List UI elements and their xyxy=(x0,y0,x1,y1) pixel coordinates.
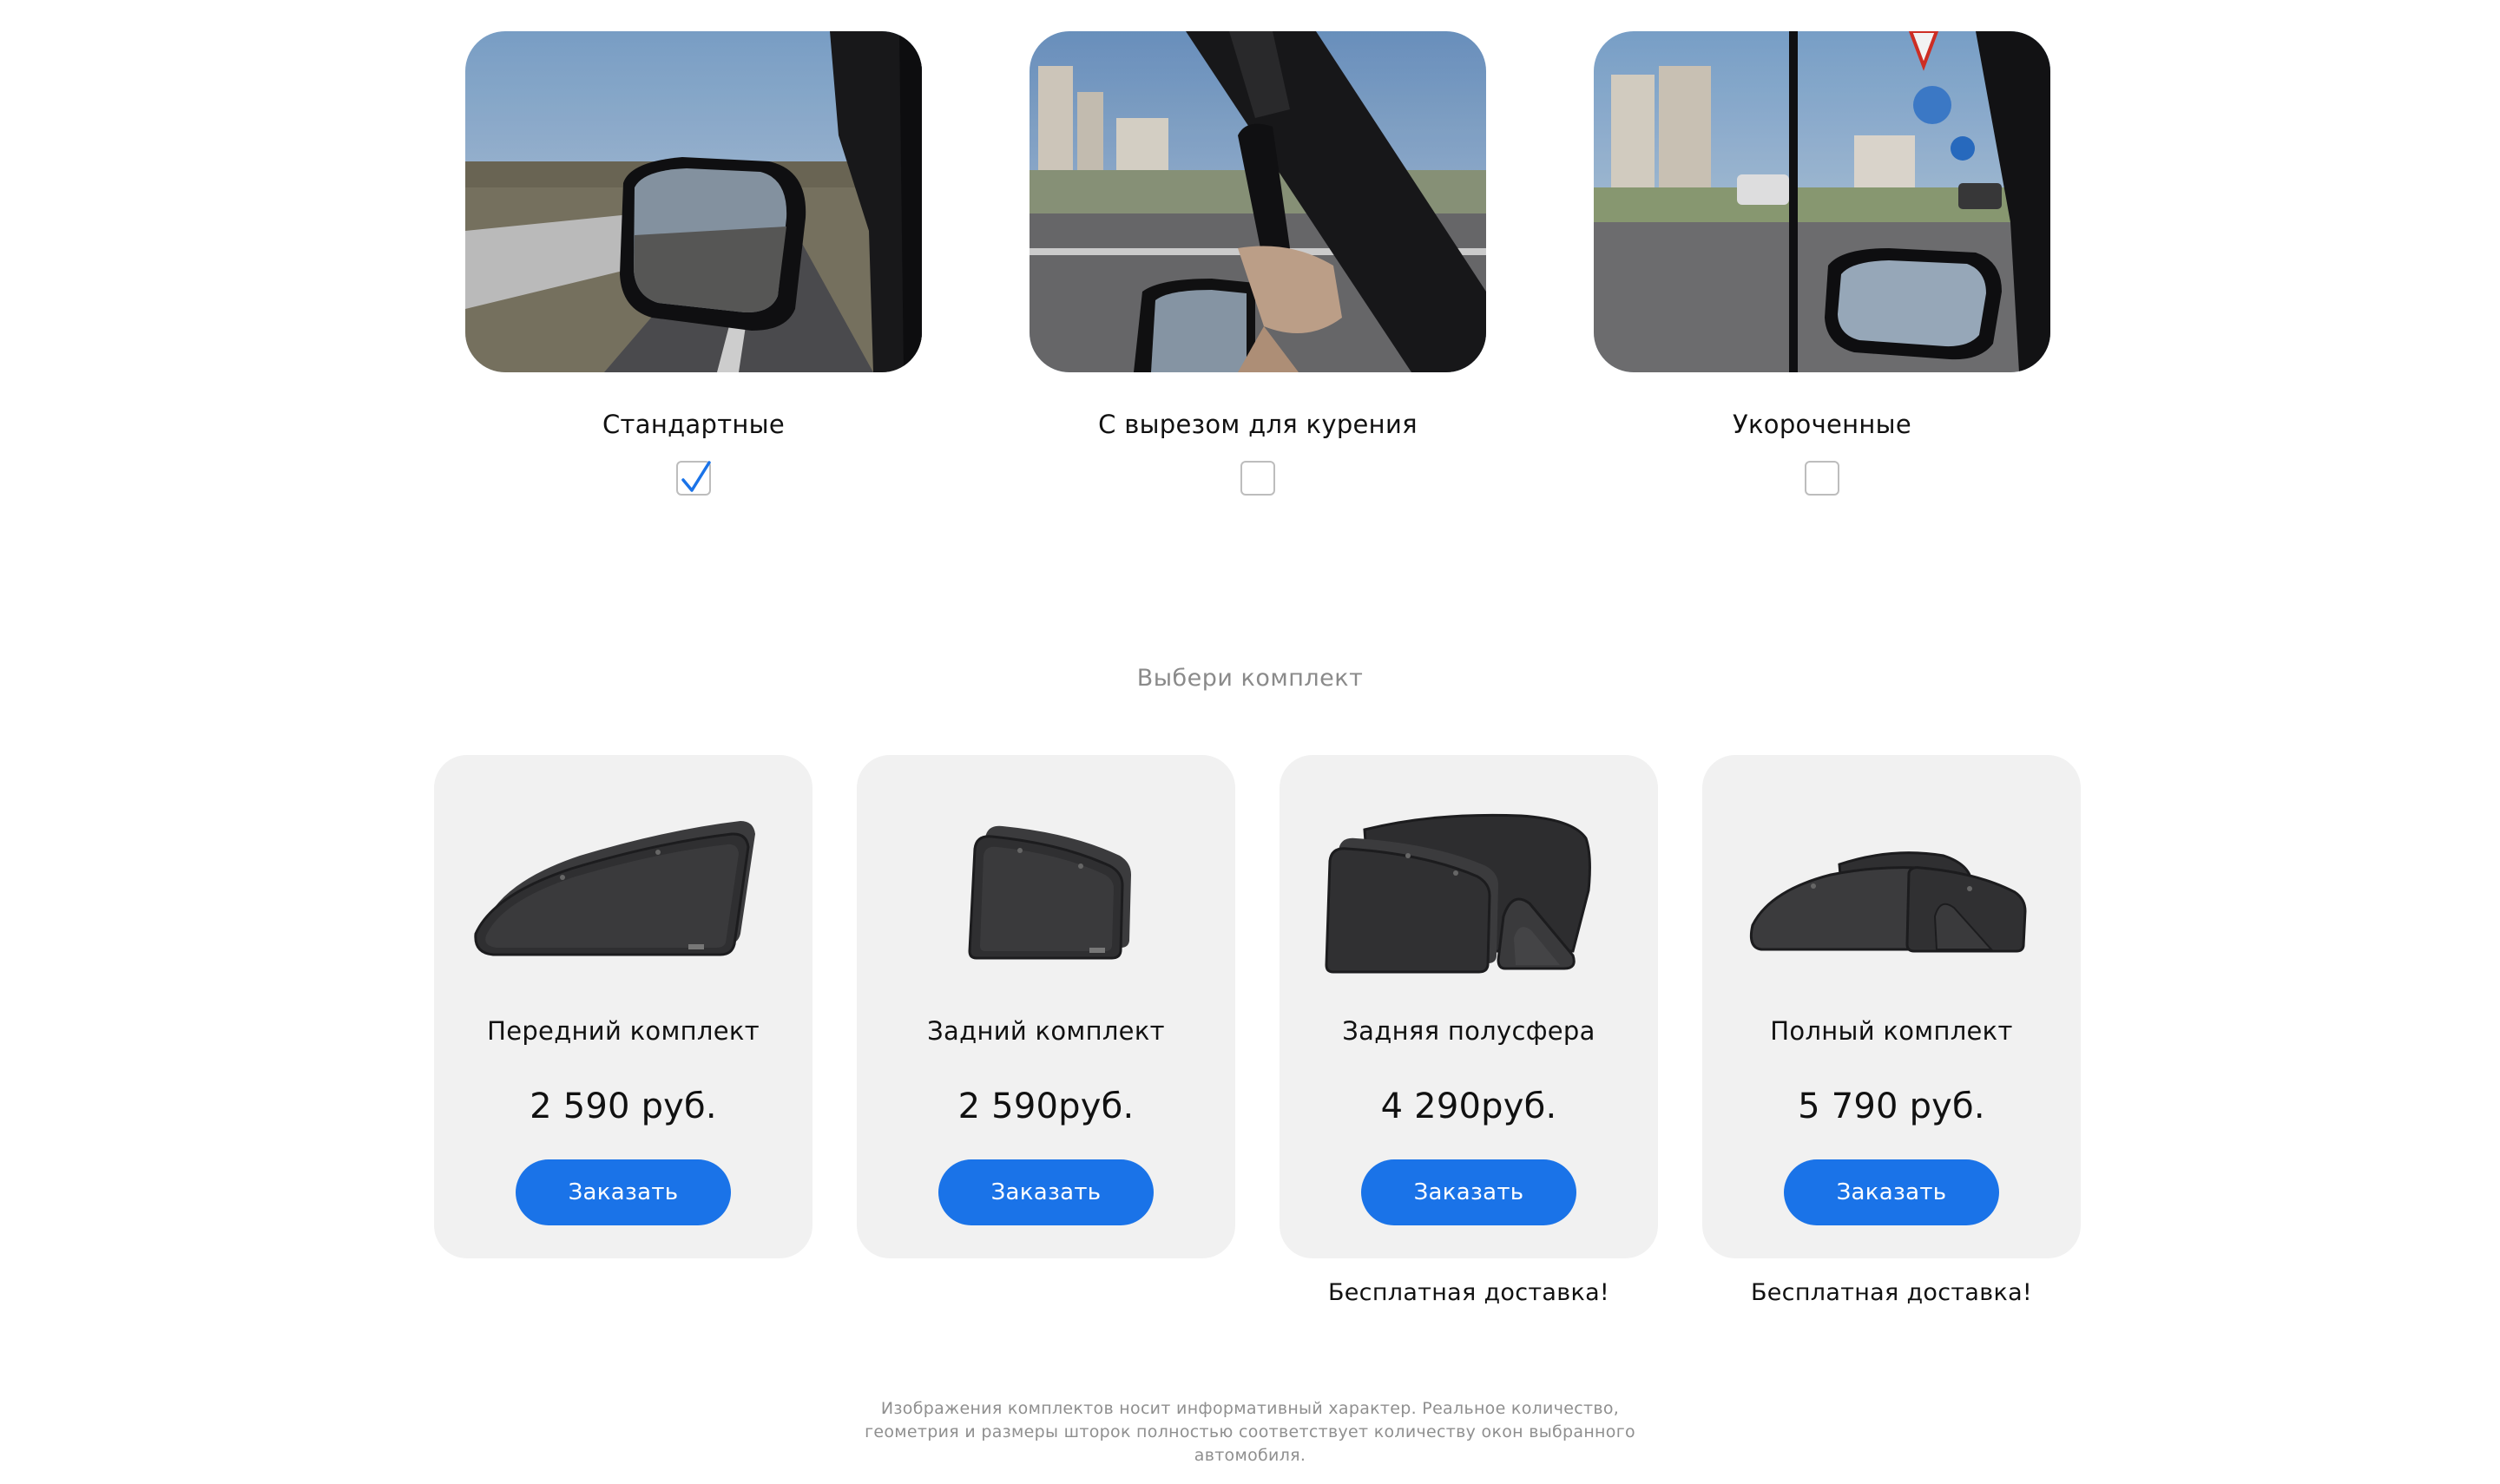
disclaimer: Изображения комплектов носит информативн… xyxy=(851,1397,1649,1468)
kit-card-front: Передний комплект 2 590 руб. Заказать xyxy=(434,755,812,1258)
order-button[interactable]: Заказать xyxy=(938,1159,1154,1225)
option-shortened-label: Укороченные xyxy=(1732,410,1912,439)
free-delivery-note: Бесплатная доставка! xyxy=(1327,1279,1610,1306)
kit-price: 4 290руб. xyxy=(1380,1087,1557,1126)
option-standard[interactable]: Стандартные xyxy=(465,31,922,496)
option-standard-checkbox[interactable] xyxy=(676,461,711,496)
option-shortened-checkbox[interactable] xyxy=(1805,461,1839,496)
kit-name: Задний комплект xyxy=(927,1016,1165,1046)
option-smoking-cutout-label: С вырезом для курения xyxy=(1098,410,1418,439)
disclaimer-line: автомобиля. xyxy=(1194,1446,1306,1465)
page: Стандартные С вырезом для курения Укороч… xyxy=(0,0,2500,1484)
kit-card: Задний комплект 2 590руб. Заказать xyxy=(857,755,1235,1258)
kit-card-full: Полный комплект 5 790 руб. Заказать Бесп… xyxy=(1702,755,2081,1309)
order-button[interactable]: Заказать xyxy=(1361,1159,1576,1225)
kit-price: 2 590 руб. xyxy=(530,1087,717,1126)
option-shortened[interactable]: Укороченные xyxy=(1594,31,2050,496)
kit-name: Полный комплект xyxy=(1770,1016,2013,1046)
option-smoking-cutout[interactable]: С вырезом для курения xyxy=(1030,31,1486,496)
full-kit-image xyxy=(1749,851,2027,953)
smoking-cutout-shade-photo xyxy=(1030,31,1486,372)
kit-name: Передний комплект xyxy=(487,1016,760,1046)
front-kit-image xyxy=(474,821,755,956)
free-delivery-note: Бесплатная доставка! xyxy=(1750,1279,2033,1306)
shortened-shade-photo xyxy=(1594,31,2050,372)
disclaimer-line: геометрия и размеры шторок полностью соо… xyxy=(865,1422,1635,1441)
checkmark-icon xyxy=(681,461,711,492)
kit-price: 2 590руб. xyxy=(957,1087,1135,1126)
kit-price: 5 790 руб. xyxy=(1798,1087,1985,1126)
order-button[interactable]: Заказать xyxy=(516,1159,731,1225)
disclaimer-line: Изображения комплектов носит информативн… xyxy=(880,1399,1620,1418)
kit-card-rear: Задний комплект 2 590руб. Заказать xyxy=(857,755,1235,1258)
kit-card: Задняя полусфера 4 290руб. Заказать xyxy=(1280,755,1658,1258)
kit-card: Передний комплект 2 590 руб. Заказать xyxy=(434,755,812,1258)
kits-section-title: Выбери комплект xyxy=(1136,665,1364,692)
order-button[interactable]: Заказать xyxy=(1784,1159,1999,1225)
kit-card-rear-hemisphere: Задняя полусфера 4 290руб. Заказать Бесп… xyxy=(1280,755,1658,1309)
rear-hemisphere-kit-image xyxy=(1325,813,1591,974)
kit-name: Задняя полусфера xyxy=(1342,1016,1595,1046)
kit-card: Полный комплект 5 790 руб. Заказать xyxy=(1702,755,2081,1258)
option-smoking-cutout-checkbox[interactable] xyxy=(1240,461,1275,496)
standard-shade-photo xyxy=(465,31,922,372)
option-standard-label: Стандартные xyxy=(602,410,785,439)
rear-kit-image xyxy=(968,825,1131,960)
